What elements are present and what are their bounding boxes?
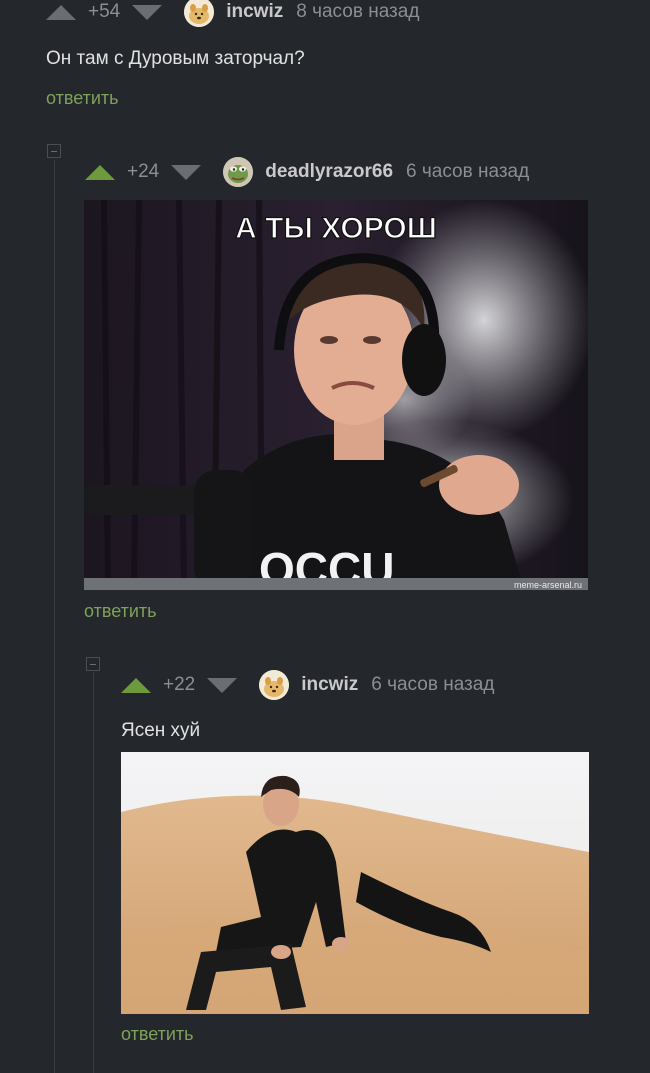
comment-time: 8 часов назад — [296, 1, 420, 22]
comment-rating: +22 — [163, 674, 196, 695]
comment-text: Он там с Дуровым заторчал? — [46, 48, 305, 69]
username[interactable]: incwiz — [301, 674, 358, 696]
avatar[interactable] — [223, 157, 254, 187]
collapse-toggle[interactable] — [86, 657, 100, 671]
comment-time: 6 часов назад — [406, 161, 530, 182]
meme-picture: OCCU meme-arsenal.ru А ТЫ ХОРОШ — [84, 200, 588, 590]
thread-line-level-2 — [93, 672, 94, 1073]
reply-link[interactable]: ответить — [84, 601, 157, 622]
avatar[interactable] — [259, 670, 290, 700]
comment-header: +24 deadlyrazor66 6 часов назад — [85, 157, 529, 187]
avatar[interactable] — [184, 0, 215, 27]
upvote-icon[interactable] — [85, 164, 115, 180]
upvote-icon[interactable] — [121, 677, 151, 693]
reply-link[interactable]: ответить — [46, 88, 119, 109]
username[interactable]: incwiz — [226, 1, 283, 23]
cheems-dog-avatar-icon — [259, 670, 290, 700]
meme-watermark: meme-arsenal.ru — [514, 580, 582, 590]
reply-link[interactable]: ответить — [121, 1024, 194, 1045]
downvote-icon[interactable] — [207, 677, 238, 693]
comment-rating: +54 — [88, 1, 121, 22]
comment-image-desert[interactable] — [121, 752, 589, 1014]
comment-header: +54 incwiz 8 часов назад — [46, 0, 419, 27]
comment-time: 6 часов назад — [371, 674, 495, 695]
thread-line-level-1 — [54, 160, 55, 1073]
downvote-icon[interactable] — [171, 164, 202, 180]
collapse-toggle[interactable] — [47, 144, 61, 158]
cheems-dog-avatar-icon — [184, 0, 215, 27]
downvote-icon[interactable] — [132, 4, 163, 20]
pepe-frog-avatar-icon — [223, 157, 254, 187]
comment-image-meme[interactable]: OCCU meme-arsenal.ru А ТЫ ХОРОШ — [84, 200, 588, 590]
comment-text: Ясен хуй — [121, 720, 201, 741]
username[interactable]: deadlyrazor66 — [265, 161, 393, 183]
upvote-icon[interactable] — [46, 4, 76, 20]
desert-picture — [121, 752, 589, 1014]
comment-header: +22 incwiz 6 часов назад — [121, 670, 494, 700]
comment-rating: +24 — [127, 161, 160, 182]
meme-caption: А ТЫ ХОРОШ — [235, 212, 437, 245]
